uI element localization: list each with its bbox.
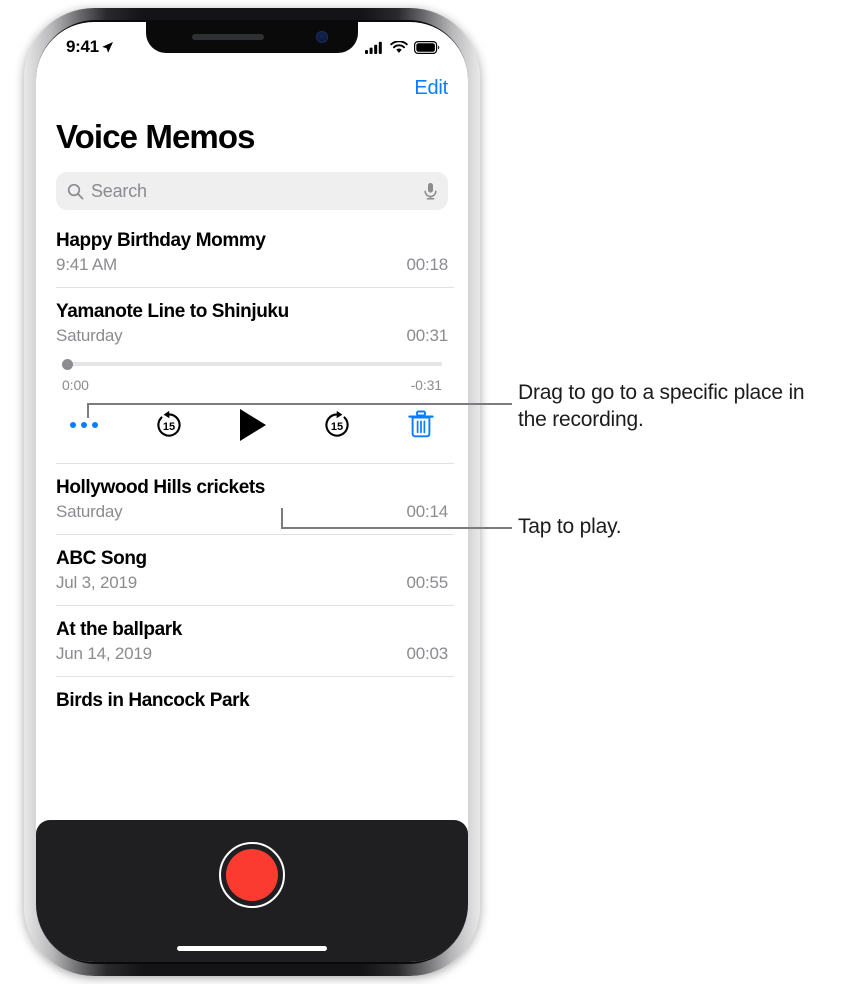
callout-leader-vertical-2 [281,508,283,528]
status-bar-time-group: 9:41 [66,37,114,57]
memo-list-item[interactable]: Hollywood Hills crickets Saturday 00:14 [50,469,454,529]
memo-list-item[interactable]: ABC Song Jul 3, 2019 00:55 [50,540,454,600]
play-button[interactable] [240,409,266,442]
memo-title: Hollywood Hills crickets [56,477,265,499]
screenshot-root: 9:41 Edit Voice Memos Search Happy Birth… [0,0,843,984]
record-button[interactable] [219,842,285,908]
memo-title: At the ballpark [56,619,182,641]
memo-meta: Jul 3, 2019 00:55 [56,573,448,593]
memo-list-item-selected[interactable]: Yamanote Line to Shinjuku Saturday 00:31… [50,293,454,458]
search-field[interactable]: Search [56,172,448,210]
memo-date: Jun 14, 2019 [56,644,152,664]
memo-list-item[interactable]: At the ballpark Jun 14, 2019 00:03 [50,611,454,671]
memo-date: Jul 3, 2019 [56,573,137,593]
skip-forward-label: 15 [331,421,343,433]
callout-leader-horizontal-2 [281,527,512,529]
memo-meta: Saturday 00:14 [56,502,448,522]
callout-leader-horizontal-1 [87,403,512,405]
phone-screen: 9:41 Edit Voice Memos Search Happy Birth… [36,22,468,962]
page-title: Voice Memos [56,118,255,155]
microphone-icon[interactable] [423,182,438,201]
skip-forward-15-icon[interactable]: 15 [322,410,352,440]
battery-full-icon [414,40,440,54]
memo-list-item[interactable]: Birds in Hancock Park [50,682,454,720]
memo-date: Saturday [56,326,123,346]
scrubber-track[interactable] [66,362,442,367]
playback-scrubber[interactable] [62,356,442,372]
earpiece-speaker-icon [192,34,264,40]
callout-scrubber: Drag to go to a specific place in the re… [518,381,805,431]
memo-duration: 00:03 [406,644,448,664]
search-input-placeholder[interactable]: Search [91,181,416,202]
playback-player: 0:00 -0:31 15 15 [56,346,448,451]
callout-play: Tap to play. [518,515,622,538]
list-divider [56,605,454,607]
home-indicator[interactable] [177,946,327,951]
play-icon [240,409,266,442]
memo-duration: 00:55 [406,573,448,593]
list-divider [56,534,454,536]
memo-title: Birds in Hancock Park [56,690,250,712]
trash-icon[interactable] [408,410,434,440]
memo-list: Happy Birthday Mommy 9:41 AM 00:18 Yaman… [50,222,454,720]
memo-date: Saturday [56,502,123,522]
memo-duration: 00:14 [406,502,448,522]
remaining-time: -0:31 [410,377,443,394]
record-button-icon [226,849,278,901]
memo-title: Happy Birthday Mommy [56,230,266,251]
edit-button[interactable]: Edit [414,77,448,100]
wifi-icon [390,40,408,53]
skip-back-label: 15 [163,421,175,433]
memo-title: ABC Song [56,548,147,570]
list-divider [56,676,454,678]
elapsed-time: 0:00 [62,377,89,394]
memo-list-item[interactable]: Happy Birthday Mommy 9:41 AM 00:18 [50,222,454,282]
notch [146,22,358,53]
cellular-signal-icon [365,41,382,54]
scrubber-time-labels: 0:00 -0:31 [62,377,442,393]
list-divider [56,463,454,465]
skip-back-15-icon[interactable]: 15 [154,410,184,440]
playback-controls: 15 15 [62,393,442,451]
scrubber-knob[interactable] [62,358,73,370]
status-bar-time: 9:41 [66,37,99,56]
memo-duration: 00:31 [406,326,448,346]
nav-bar: Edit [50,66,454,110]
memo-title: Yamanote Line to Shinjuku [56,301,289,323]
location-arrow-icon [102,41,113,53]
callout-leader-vertical-1 [87,403,89,418]
memo-meta: Jun 14, 2019 00:03 [56,644,448,664]
front-camera-icon [316,31,328,43]
magnifying-glass-icon [67,183,84,199]
record-panel [36,820,468,962]
status-bar-indicators [365,40,440,54]
memo-date: 9:41 AM [56,255,117,275]
more-options-icon[interactable] [70,422,98,429]
list-divider [56,287,454,289]
memo-meta: Saturday 00:31 [56,326,448,346]
memo-duration: 00:18 [406,255,448,275]
memo-meta: 9:41 AM 00:18 [56,255,448,275]
